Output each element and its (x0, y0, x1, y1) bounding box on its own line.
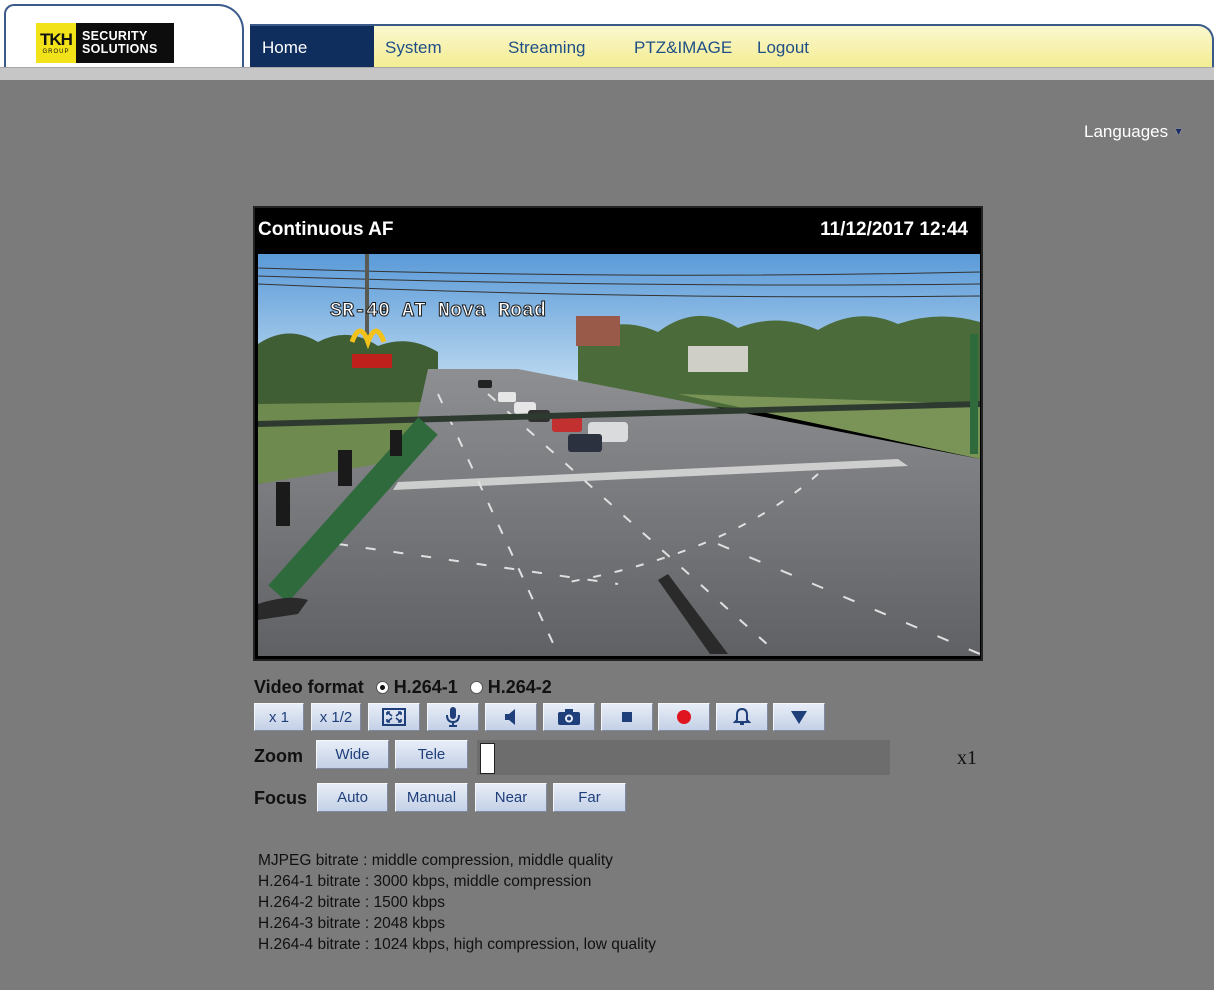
snapshot-button[interactable] (543, 703, 595, 731)
bitrate-info: MJPEG bitrate : middle compression, midd… (258, 850, 656, 955)
brand-logo: TKH GROUP SECURITY SOLUTIONS (36, 23, 174, 63)
bitrate-line: H.264-1 bitrate : 3000 kbps, middle comp… (258, 873, 592, 890)
video-format-label: Video format (254, 677, 364, 697)
alarm-button[interactable] (716, 703, 768, 731)
stop-button[interactable] (601, 703, 653, 731)
record-icon (677, 710, 691, 724)
zoom-wide-button[interactable]: Wide (316, 740, 389, 769)
radio-h264-2[interactable] (469, 681, 483, 694)
nav-system[interactable]: System (385, 26, 442, 67)
logo-text: SECURITY SOLUTIONS (76, 30, 158, 56)
live-video-image: SR-40 AT Nova Road (258, 254, 980, 656)
header-divider (0, 67, 1214, 80)
zoom-slider[interactable] (477, 740, 890, 775)
logo-mark-letters: TKH (40, 29, 73, 49)
focus-manual-button[interactable]: Manual (395, 783, 468, 812)
zoom-label: Zoom (254, 746, 303, 766)
focus-far-button[interactable]: Far (553, 783, 626, 812)
focus-auto-button[interactable]: Auto (317, 783, 388, 812)
bitrate-line: H.264-4 bitrate : 1024 kbps, high compre… (258, 936, 657, 953)
nav-ptz-image[interactable]: PTZ&IMAGE (634, 26, 732, 67)
languages-menu[interactable]: Languages ▼ (1084, 122, 1184, 142)
bitrate-line: H.264-2 bitrate : 1500 kbps (258, 894, 445, 911)
nav-home[interactable]: Home (250, 26, 374, 67)
scale-half-button[interactable]: x 1/2 (311, 703, 361, 731)
triangle-down-icon: ▼ (1173, 126, 1185, 138)
logo-tab: TKH GROUP SECURITY SOLUTIONS (4, 4, 244, 68)
fullscreen-button[interactable] (368, 703, 420, 731)
radio-h264-1-label[interactable]: H.264-1 (394, 677, 458, 698)
video-format-row: Video format H.264-1 H.264-2 (254, 677, 552, 698)
alarm-bell-icon (733, 707, 751, 725)
more-options-button[interactable] (773, 703, 825, 731)
focus-near-button[interactable]: Near (475, 783, 547, 812)
bitrate-line: H.264-3 bitrate : 2048 kbps (258, 915, 445, 932)
bitrate-line: MJPEG bitrate : middle compression, midd… (258, 852, 613, 869)
fullscreen-icon (382, 708, 406, 726)
main-nav: Home System Streaming PTZ&IMAGE Logout (250, 24, 1214, 67)
speaker-button[interactable] (485, 703, 537, 731)
logo-mark-sub: GROUP (42, 48, 70, 55)
video-panel: Continuous AF 11/12/2017 12:44 SR-40 AT … (253, 206, 983, 661)
dropdown-triangle-icon (791, 711, 807, 724)
radio-h264-1[interactable] (375, 681, 389, 694)
stop-icon (622, 712, 632, 722)
speaker-icon (505, 709, 515, 725)
logo-mark: TKH GROUP (36, 23, 76, 63)
zoom-tele-button[interactable]: Tele (395, 740, 468, 769)
live-video-frame[interactable]: SR-40 AT Nova Road (258, 254, 980, 656)
languages-label: Languages (1084, 122, 1169, 141)
record-button[interactable] (658, 703, 710, 731)
logo-line-2: SOLUTIONS (82, 42, 158, 56)
nav-streaming[interactable]: Streaming (508, 26, 585, 67)
zoom-slider-thumb[interactable] (480, 743, 495, 774)
microphone-icon (446, 707, 460, 727)
video-overlay-text: SR-40 AT Nova Road (330, 300, 546, 323)
radio-h264-2-label[interactable]: H.264-2 (488, 677, 552, 698)
video-title: Continuous AF (258, 219, 394, 240)
camera-icon (558, 709, 580, 725)
microphone-button[interactable] (427, 703, 479, 731)
zoom-level: x1 (957, 747, 977, 769)
nav-logout[interactable]: Logout (757, 26, 809, 67)
video-timestamp: 11/12/2017 12:44 (820, 219, 968, 240)
header: TKH GROUP SECURITY SOLUTIONS Home System… (0, 0, 1214, 80)
focus-label: Focus (254, 788, 308, 808)
scale-x1-button[interactable]: x 1 (254, 703, 304, 731)
